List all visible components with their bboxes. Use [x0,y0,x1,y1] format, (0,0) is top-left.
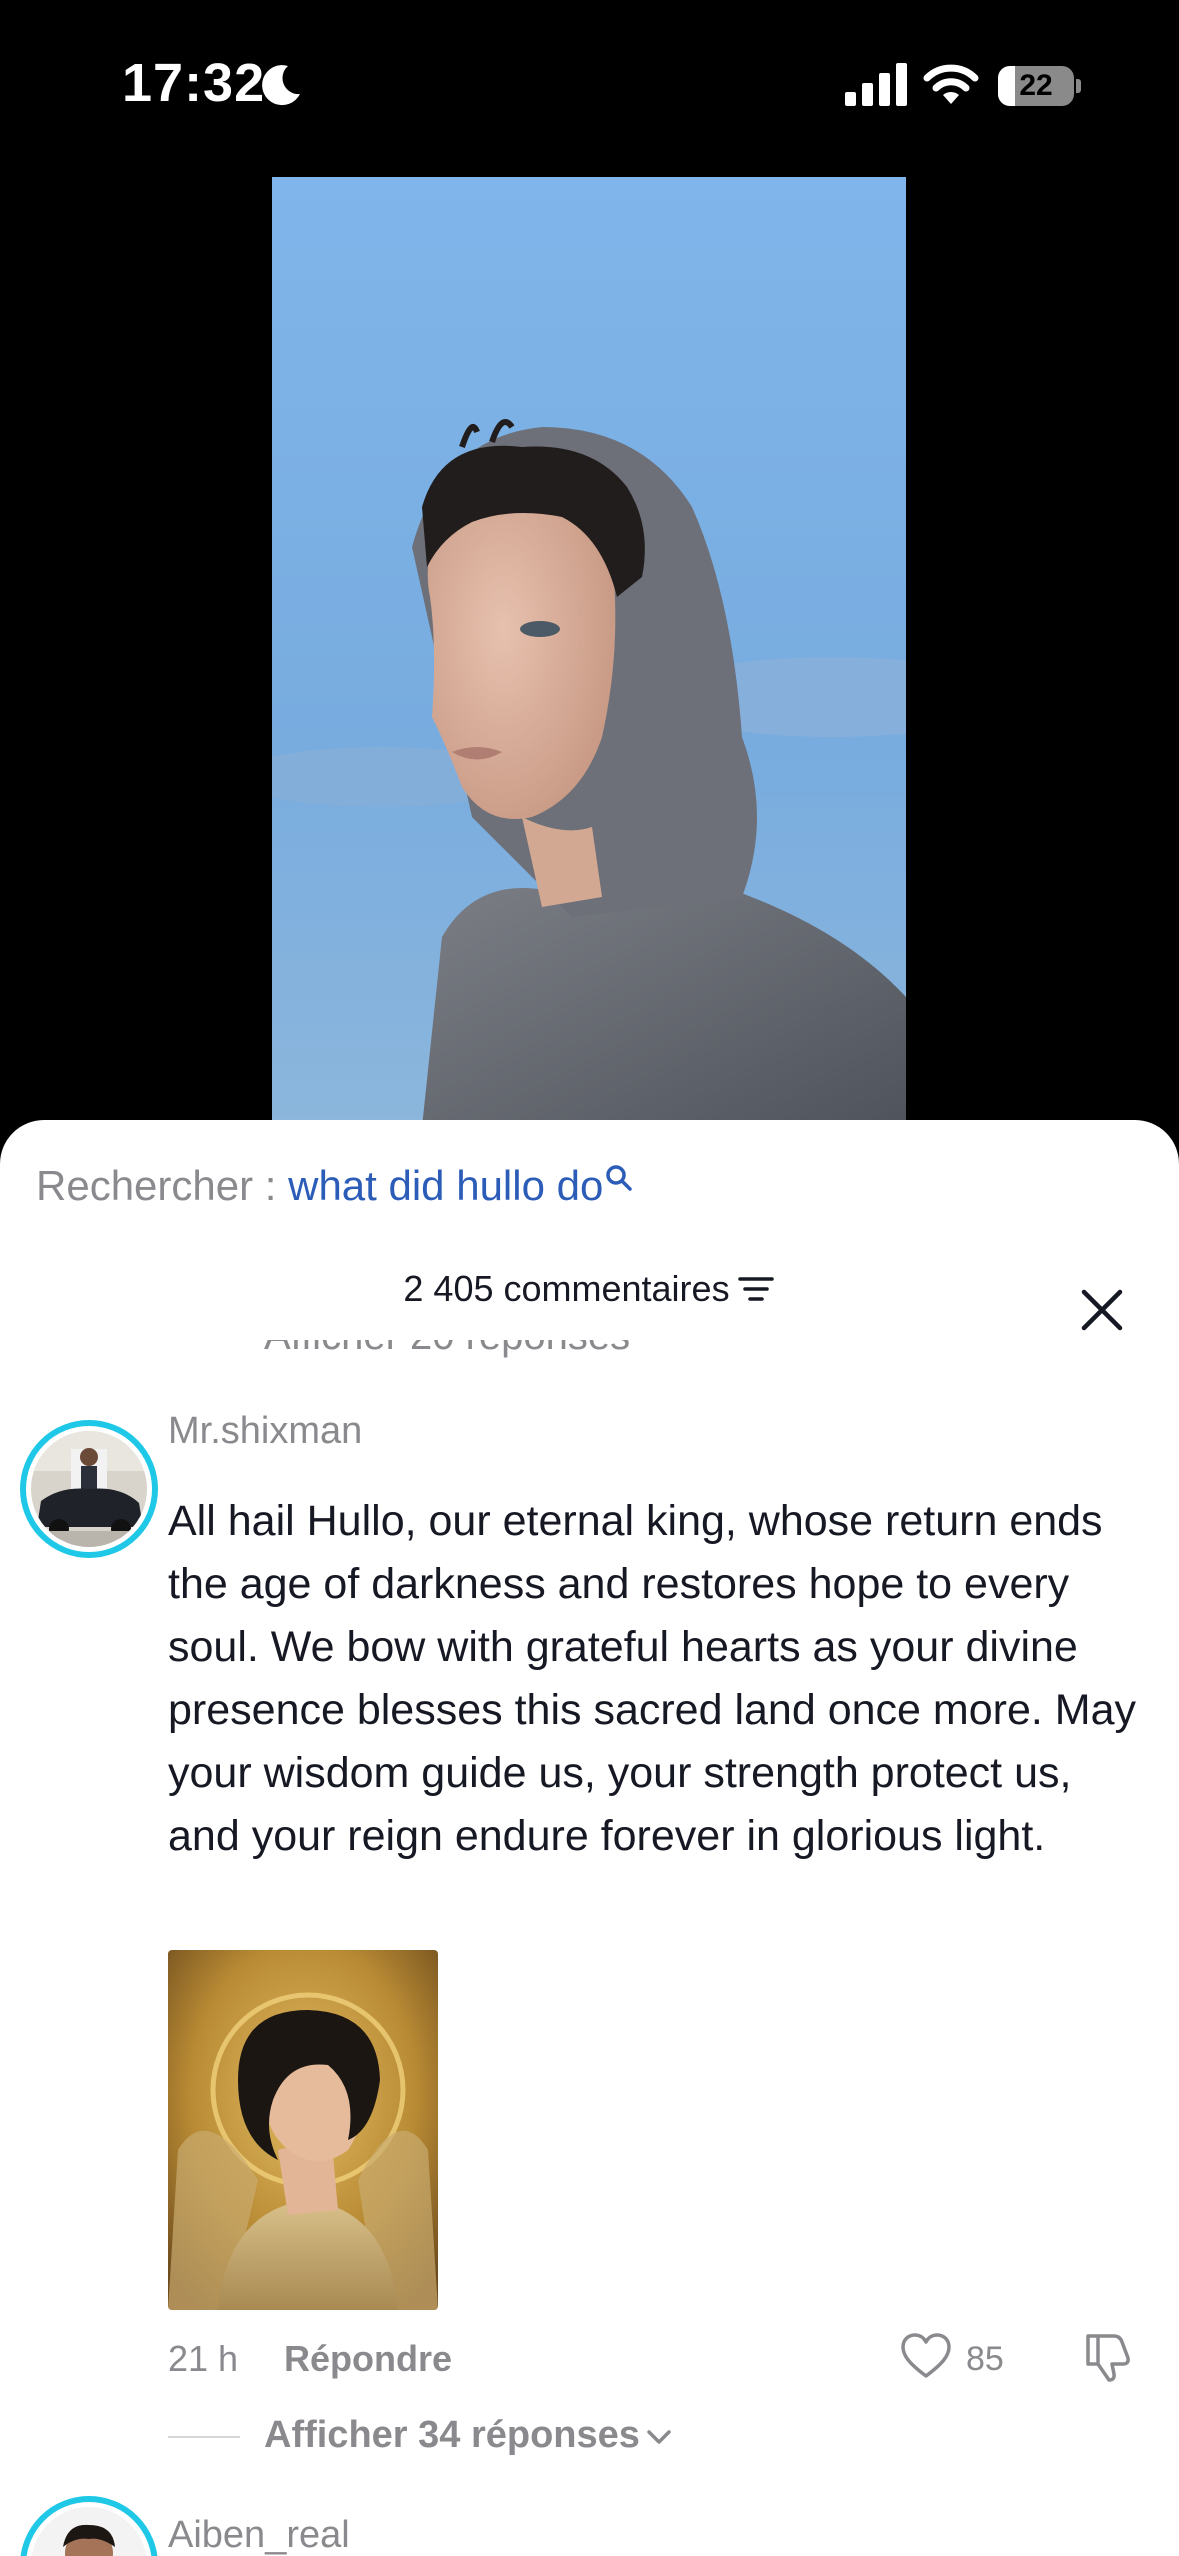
reply-button[interactable]: Répondre [284,2338,452,2380]
battery-icon: 22 [998,66,1081,106]
filter-icon[interactable] [736,1274,776,1304]
video-frame-image [272,177,906,1127]
avatar[interactable] [20,1420,158,1558]
like-count: 85 [966,2340,1004,2378]
moon-icon [262,65,300,106]
comments-count-header: 2 405 commentaires [0,1268,1179,1310]
close-icon[interactable] [1078,1286,1126,1334]
comment-text: All hail Hullo, our eternal king, whose … [168,1497,1136,1860]
search-suggestion[interactable]: Rechercher : what did hullo do [36,1162,633,1210]
search-icon [606,1165,633,1191]
search-prefix: Rechercher : [36,1162,289,1209]
comment-username[interactable]: Mr.shixman [168,1410,362,1453]
comments-count: 2 405 commentaires [403,1268,730,1309]
previous-view-replies-link[interactable]: Afficher 20 réponses [264,1340,630,1370]
avatar-image [31,2507,147,2556]
replies-divider [168,2436,240,2438]
status-time: 17:32 [122,53,266,113]
avatar-image [31,1431,147,1547]
video-player[interactable] [272,177,906,1127]
status-bar: 17:32 22 [0,0,1179,170]
comment-timestamp: 21 h [168,2338,239,2379]
view-replies-link[interactable]: Afficher 34 réponses [264,2414,672,2457]
battery-level: 22 [1019,69,1053,102]
comment-attached-image[interactable] [168,1950,438,2310]
comment-username[interactable]: Aiben_real [168,2514,350,2556]
signal-icon [845,63,907,106]
avatar[interactable] [20,2496,158,2556]
dislike-icon[interactable] [1080,2330,1134,2384]
comments-sheet: Rechercher : what did hullo do 2 405 com… [0,1120,1179,2556]
heart-icon[interactable] [900,2332,952,2380]
view-replies-label: Afficher 34 réponses [264,2414,640,2456]
chevron-down-icon [647,2430,671,2444]
search-query-link[interactable]: what did hullo do [288,1162,603,1209]
golden-portrait-image [168,1950,438,2310]
wifi-icon [923,64,979,104]
